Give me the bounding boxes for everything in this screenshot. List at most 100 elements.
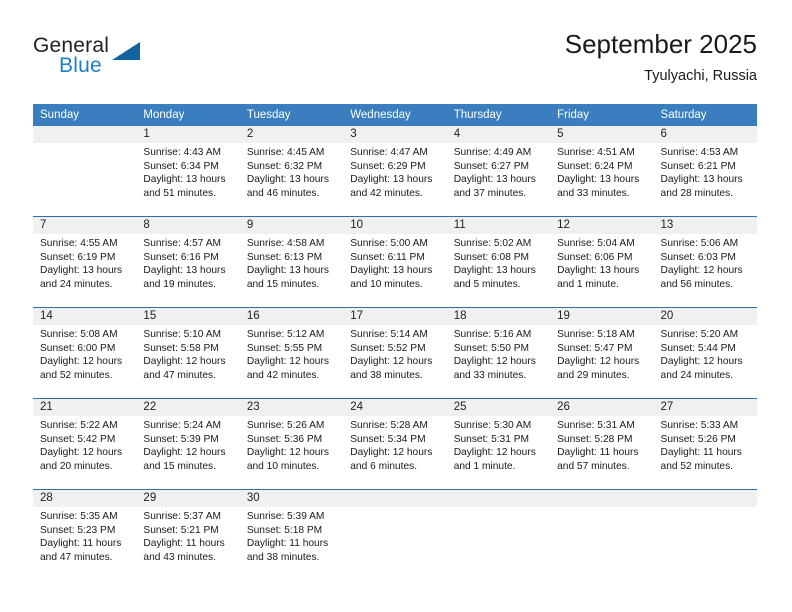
day-cell[interactable]: 21 Sunrise: 5:22 AM Sunset: 5:42 PM Dayl… <box>33 398 137 490</box>
daylight-text-line1: Daylight: 13 hours <box>350 265 433 277</box>
day-cell[interactable]: 25 Sunrise: 5:30 AM Sunset: 5:31 PM Dayl… <box>446 398 551 490</box>
daylight-text-line2: and 42 minutes. <box>246 369 320 381</box>
day-details: Sunrise: 5:33 AM Sunset: 5:26 PM Dayligh… <box>654 416 757 473</box>
day-cell[interactable]: 30 Sunrise: 5:39 AM Sunset: 5:18 PM Dayl… <box>239 489 344 580</box>
sunset-text: Sunset: 5:31 PM <box>453 433 530 445</box>
day-number: 6 <box>653 126 757 143</box>
daylight-text-line2: and 38 minutes. <box>246 551 320 563</box>
day-number: 19 <box>550 308 654 325</box>
daylight-text-line2: and 10 minutes. <box>246 460 320 472</box>
day-details <box>33 143 136 146</box>
day-cell[interactable]: 8 Sunrise: 4:57 AM Sunset: 6:16 PM Dayli… <box>136 216 240 308</box>
daylight-text-line2: and 33 minutes. <box>557 187 630 199</box>
day-cell[interactable]: 27 Sunrise: 5:33 AM Sunset: 5:26 PM Dayl… <box>653 398 757 490</box>
day-cell[interactable] <box>446 489 551 580</box>
daylight-text-line2: and 29 minutes. <box>557 369 630 381</box>
sunrise-text: Sunrise: 5:39 AM <box>246 511 325 522</box>
day-number: 25 <box>446 399 551 416</box>
page-header: General Blue September 2025 Tyulyachi, R… <box>0 0 792 96</box>
daylight-text-line1: Daylight: 13 hours <box>143 174 226 186</box>
day-cell[interactable]: 28 Sunrise: 5:35 AM Sunset: 5:23 PM Dayl… <box>33 489 137 580</box>
sunrise-text: Sunrise: 5:28 AM <box>350 420 428 431</box>
day-cell[interactable]: 19 Sunrise: 5:18 AM Sunset: 5:47 PM Dayl… <box>550 307 654 399</box>
day-cell[interactable]: 20 Sunrise: 5:20 AM Sunset: 5:44 PM Dayl… <box>653 307 757 399</box>
day-cell[interactable] <box>33 126 137 217</box>
day-cell[interactable]: 22 Sunrise: 5:24 AM Sunset: 5:39 PM Dayl… <box>136 398 240 490</box>
day-cell[interactable]: 9 Sunrise: 4:58 AM Sunset: 6:13 PM Dayli… <box>239 216 344 308</box>
day-details: Sunrise: 5:14 AM Sunset: 5:52 PM Dayligh… <box>343 325 446 382</box>
weekday-header-saturday: Saturday <box>653 104 757 126</box>
day-cell[interactable] <box>550 489 654 580</box>
day-cell[interactable]: 14 Sunrise: 5:08 AM Sunset: 6:00 PM Dayl… <box>33 307 137 399</box>
day-details: Sunrise: 4:43 AM Sunset: 6:34 PM Dayligh… <box>136 143 239 200</box>
sunset-text: Sunset: 6:32 PM <box>246 160 323 172</box>
day-cell[interactable]: 24 Sunrise: 5:28 AM Sunset: 5:34 PM Dayl… <box>343 398 447 490</box>
day-number: 5 <box>550 126 654 143</box>
day-cell[interactable]: 6 Sunrise: 4:53 AM Sunset: 6:21 PM Dayli… <box>653 126 757 217</box>
daylight-text-line2: and 5 minutes. <box>453 278 521 290</box>
day-cell[interactable] <box>653 489 757 580</box>
sunset-text: Sunset: 6:24 PM <box>557 160 633 172</box>
daylight-text-line2: and 1 minute. <box>453 460 516 472</box>
daylight-text-line1: Daylight: 12 hours <box>143 447 226 459</box>
daylight-text-line2: and 51 minutes. <box>143 187 216 199</box>
sunrise-text: Sunrise: 4:55 AM <box>40 238 118 249</box>
day-number: 12 <box>550 217 654 234</box>
sunrise-text: Sunrise: 5:33 AM <box>660 420 739 431</box>
sunset-text: Sunset: 6:27 PM <box>453 160 530 172</box>
day-details: Sunrise: 4:49 AM Sunset: 6:27 PM Dayligh… <box>447 143 550 200</box>
day-details: Sunrise: 4:53 AM Sunset: 6:21 PM Dayligh… <box>654 143 757 200</box>
day-number: 4 <box>446 126 551 143</box>
sunrise-text: Sunrise: 4:53 AM <box>660 147 739 158</box>
sunrise-text: Sunrise: 5:24 AM <box>143 420 222 431</box>
day-cell[interactable]: 23 Sunrise: 5:26 AM Sunset: 5:36 PM Dayl… <box>239 398 344 490</box>
sunrise-text: Sunrise: 5:18 AM <box>557 329 635 340</box>
weekday-header-tuesday: Tuesday <box>239 104 344 126</box>
sunset-text: Sunset: 5:44 PM <box>660 342 736 354</box>
sunset-text: Sunset: 5:39 PM <box>143 433 219 445</box>
day-cell[interactable]: 26 Sunrise: 5:31 AM Sunset: 5:28 PM Dayl… <box>550 398 654 490</box>
day-details: Sunrise: 4:57 AM Sunset: 6:16 PM Dayligh… <box>136 234 239 291</box>
day-cell[interactable]: 3 Sunrise: 4:47 AM Sunset: 6:29 PM Dayli… <box>343 126 447 217</box>
day-cell[interactable]: 12 Sunrise: 5:04 AM Sunset: 6:06 PM Dayl… <box>550 216 654 308</box>
day-cell[interactable] <box>343 489 447 580</box>
day-cell[interactable]: 15 Sunrise: 5:10 AM Sunset: 5:58 PM Dayl… <box>136 307 240 399</box>
daylight-text-line1: Daylight: 12 hours <box>246 356 329 368</box>
day-cell[interactable]: 5 Sunrise: 4:51 AM Sunset: 6:24 PM Dayli… <box>550 126 654 217</box>
week-row: 28 Sunrise: 5:35 AM Sunset: 5:23 PM Dayl… <box>33 489 757 580</box>
daylight-text-line2: and 15 minutes. <box>246 278 320 290</box>
day-number: 27 <box>653 399 757 416</box>
sunset-text: Sunset: 6:13 PM <box>246 251 323 263</box>
day-cell[interactable]: 4 Sunrise: 4:49 AM Sunset: 6:27 PM Dayli… <box>446 126 551 217</box>
day-cell[interactable]: 7 Sunrise: 4:55 AM Sunset: 6:19 PM Dayli… <box>33 216 137 308</box>
day-number <box>653 490 757 507</box>
weekday-header-monday: Monday <box>136 104 240 126</box>
sunrise-text: Sunrise: 5:20 AM <box>660 329 739 340</box>
day-details: Sunrise: 5:00 AM Sunset: 6:11 PM Dayligh… <box>343 234 446 291</box>
day-number: 21 <box>33 399 137 416</box>
day-cell[interactable]: 29 Sunrise: 5:37 AM Sunset: 5:21 PM Dayl… <box>136 489 240 580</box>
day-details: Sunrise: 5:04 AM Sunset: 6:06 PM Dayligh… <box>550 234 653 291</box>
day-cell[interactable]: 13 Sunrise: 5:06 AM Sunset: 6:03 PM Dayl… <box>653 216 757 308</box>
sunset-text: Sunset: 6:29 PM <box>350 160 426 172</box>
day-number: 23 <box>239 399 344 416</box>
day-number: 9 <box>239 217 344 234</box>
day-number: 7 <box>33 217 137 234</box>
day-number: 20 <box>653 308 757 325</box>
week-row: 21 Sunrise: 5:22 AM Sunset: 5:42 PM Dayl… <box>33 398 757 490</box>
day-cell[interactable]: 17 Sunrise: 5:14 AM Sunset: 5:52 PM Dayl… <box>343 307 447 399</box>
sunrise-sunset-calendar-table: Sunday Monday Tuesday Wednesday Thursday… <box>33 104 757 580</box>
day-cell[interactable]: 2 Sunrise: 4:45 AM Sunset: 6:32 PM Dayli… <box>239 126 344 217</box>
day-cell[interactable]: 18 Sunrise: 5:16 AM Sunset: 5:50 PM Dayl… <box>446 307 551 399</box>
calendar-body: 1 Sunrise: 4:43 AM Sunset: 6:34 PM Dayli… <box>33 126 757 580</box>
day-details: Sunrise: 4:58 AM Sunset: 6:13 PM Dayligh… <box>240 234 343 291</box>
day-number: 17 <box>343 308 447 325</box>
day-cell[interactable]: 10 Sunrise: 5:00 AM Sunset: 6:11 PM Dayl… <box>343 216 447 308</box>
day-cell[interactable]: 1 Sunrise: 4:43 AM Sunset: 6:34 PM Dayli… <box>136 126 240 217</box>
sunrise-text: Sunrise: 4:51 AM <box>557 147 635 158</box>
day-cell[interactable]: 11 Sunrise: 5:02 AM Sunset: 6:08 PM Dayl… <box>446 216 551 308</box>
day-details: Sunrise: 5:39 AM Sunset: 5:18 PM Dayligh… <box>240 507 343 564</box>
general-blue-logo[interactable]: General Blue <box>33 34 153 84</box>
day-details: Sunrise: 4:55 AM Sunset: 6:19 PM Dayligh… <box>33 234 136 291</box>
day-cell[interactable]: 16 Sunrise: 5:12 AM Sunset: 5:55 PM Dayl… <box>239 307 344 399</box>
